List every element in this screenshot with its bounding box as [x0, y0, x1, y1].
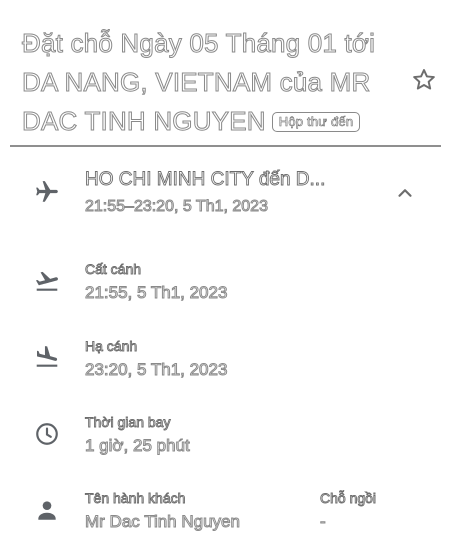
seat-value: -	[319, 512, 326, 532]
arrival-label: Hạ cánh	[85, 338, 138, 355]
chevron-up-icon[interactable]	[394, 182, 416, 204]
duration-value: 1 giờ, 25 phút	[85, 436, 191, 456]
flight-time-range: 21:55–23:20, 5 Th1, 2023	[85, 198, 269, 216]
email-header: Đặt chỗ Ngày 05 Tháng 01 tới DA NANG, VI…	[21, 24, 402, 141]
seat-label: Chỗ ngồi	[320, 490, 377, 507]
departure-detail: Cất cánh 21:55, 5 Th1, 2023	[84, 260, 228, 304]
seat-detail: Chỗ ngồi -	[319, 489, 377, 533]
arrival-detail: Hạ cánh 23:20, 5 Th1, 2023	[84, 337, 228, 381]
duration-label: Thời gian bay	[85, 414, 171, 431]
header-divider	[10, 145, 441, 147]
passenger-value: Mr Dac Tinh Nguyen	[85, 512, 241, 532]
inbox-badge[interactable]: Hộp thư đến	[271, 112, 361, 132]
duration-detail: Thời gian bay 1 giờ, 25 phút	[85, 413, 191, 457]
airplane-icon	[36, 181, 58, 202]
flight-land-icon	[36, 346, 58, 367]
departure-value: 21:55, 5 Th1, 2023	[84, 283, 228, 303]
clock-icon	[36, 423, 58, 445]
email-subject: Đặt chỗ Ngày 05 Tháng 01 tới DA NANG, VI…	[21, 24, 402, 141]
flight-takeoff-icon	[35, 271, 58, 291]
departure-label: Cất cánh	[85, 261, 142, 278]
passenger-label: Tên hành khách	[85, 490, 186, 507]
passenger-detail: Tên hành khách Mr Dac Tinh Nguyen	[85, 489, 241, 533]
flight-route: HO CHI MINH CITY đến D...	[85, 169, 326, 191]
person-icon	[38, 501, 56, 520]
flight-summary[interactable]: HO CHI MINH CITY đến D... 21:55–23:20, 5…	[85, 168, 335, 218]
star-icon[interactable]	[411, 67, 437, 93]
arrival-value: 23:20, 5 Th1, 2023	[84, 360, 228, 380]
